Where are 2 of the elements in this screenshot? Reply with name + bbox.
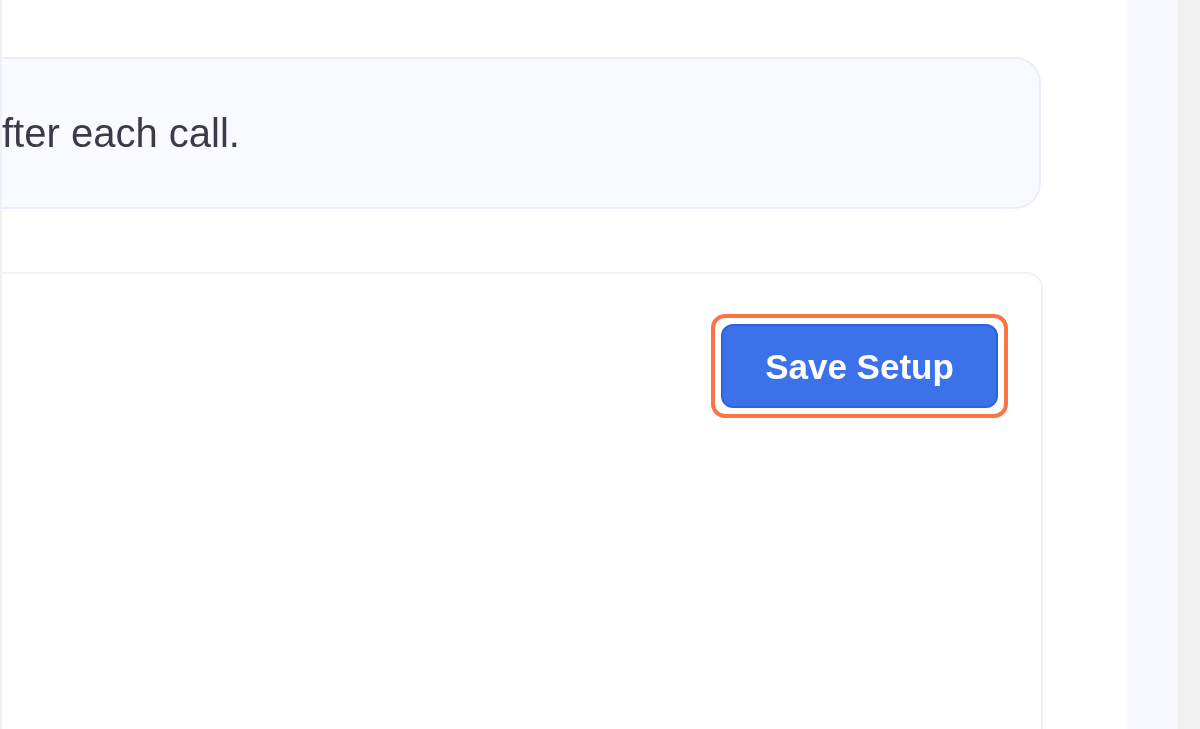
save-setup-button[interactable]: Save Setup: [721, 324, 998, 408]
notice-text: fter each call.: [2, 113, 240, 153]
